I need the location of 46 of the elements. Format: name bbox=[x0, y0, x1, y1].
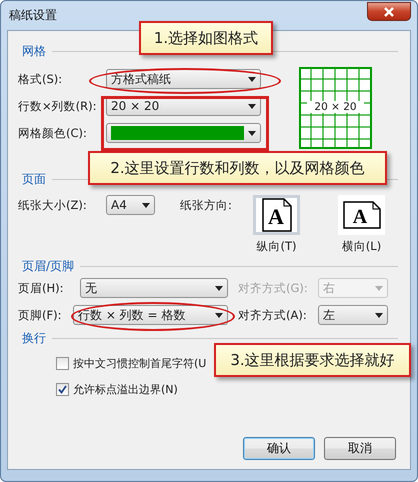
alignment-dropdown[interactable]: 左 bbox=[318, 305, 388, 325]
field-label: 格式(S): bbox=[18, 72, 64, 86]
paper-size-dropdown[interactable]: A4 bbox=[106, 195, 155, 215]
page-icon: A bbox=[262, 198, 292, 232]
caret-icon bbox=[248, 76, 256, 82]
orientation-label: 横向(L) bbox=[342, 239, 382, 254]
landscape-button[interactable]: A bbox=[338, 195, 385, 235]
caret-icon bbox=[248, 104, 256, 108]
checkbox-label: 允许标点溢出边界(N) bbox=[73, 382, 178, 396]
callout-note: 3.这里根据要求选择就好 bbox=[214, 343, 411, 377]
page-icon: A bbox=[342, 201, 380, 229]
section-title: 页眉/页脚 bbox=[22, 258, 74, 274]
caret-icon bbox=[248, 130, 256, 136]
field-label: 网格颜色(C): bbox=[18, 126, 88, 140]
preview-label: 20 × 20 bbox=[307, 101, 364, 113]
close-icon bbox=[383, 6, 395, 16]
field-label: 页脚(F): bbox=[18, 308, 62, 322]
caret-icon bbox=[215, 312, 223, 318]
color-dropdown[interactable] bbox=[106, 123, 261, 143]
section-title: 换行 bbox=[22, 330, 46, 346]
field-label: 对齐方式(G): bbox=[238, 280, 309, 296]
footer-dropdown[interactable]: 行数 × 列数 = 格数 bbox=[73, 305, 228, 325]
section-title: 网格 bbox=[22, 42, 46, 60]
portrait-button[interactable]: A bbox=[253, 195, 300, 235]
orientation-label: 纵向(T) bbox=[256, 239, 296, 254]
checkbox[interactable] bbox=[56, 356, 69, 370]
cancel-button[interactable]: 取消 bbox=[324, 437, 396, 460]
format-dropdown[interactable]: 方格式稿纸 bbox=[106, 69, 261, 89]
checkbox[interactable] bbox=[56, 382, 69, 396]
caret-icon bbox=[215, 286, 223, 290]
field-label: 纸张大小(Z): bbox=[18, 198, 88, 214]
header-dropdown[interactable]: 无 bbox=[80, 278, 228, 298]
callout-note: 2.这里设置行数和列数，以及网格颜色 bbox=[88, 151, 387, 185]
callout-note: 1.选择如图格式 bbox=[139, 21, 273, 55]
field-label: 纸张方向: bbox=[180, 198, 233, 214]
caret-icon bbox=[375, 286, 383, 290]
field-label: 页眉(H): bbox=[18, 280, 64, 296]
caret-icon bbox=[375, 312, 383, 318]
confirm-button[interactable]: 确认 bbox=[243, 437, 315, 460]
close-button[interactable] bbox=[367, 2, 411, 21]
caret-icon bbox=[142, 202, 150, 208]
checkbox-label: 按中文习惯控制首尾字符(U bbox=[73, 356, 206, 370]
field-label: 行数×列数(R): bbox=[18, 98, 98, 114]
window-title: 稿纸设置 bbox=[9, 7, 57, 24]
field-label: 对齐方式(A): bbox=[238, 308, 308, 322]
section-title: 页面 bbox=[22, 170, 46, 188]
